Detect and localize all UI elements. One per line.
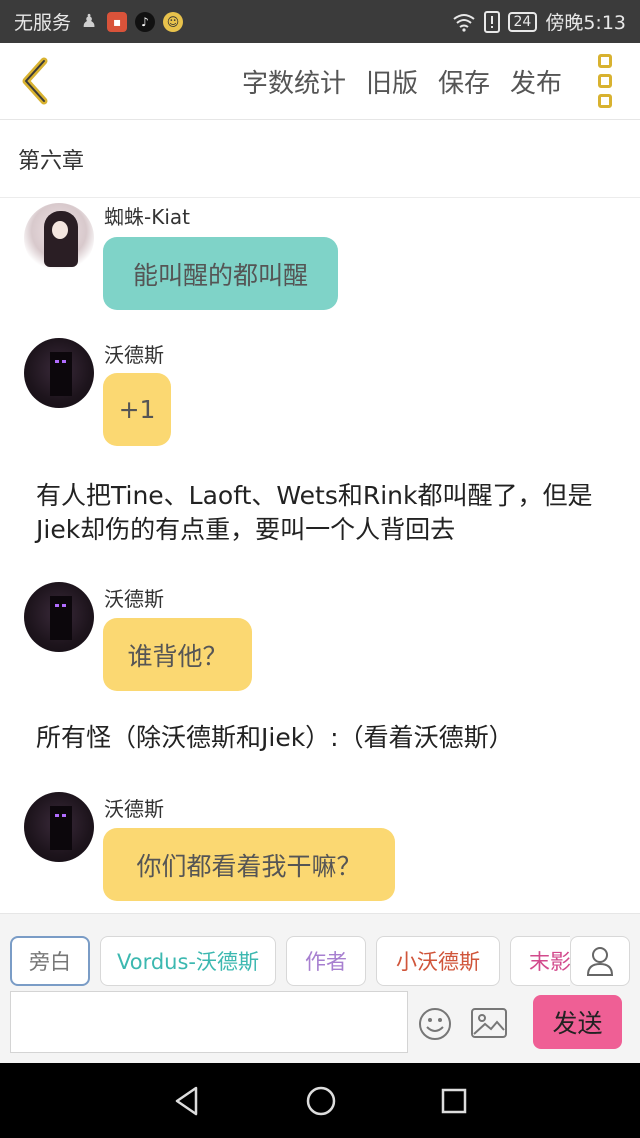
menu-dot-icon [598, 74, 612, 88]
sender-name: 沃德斯 [104, 797, 164, 821]
avatar[interactable] [24, 582, 94, 652]
role-chip-small-vordus[interactable]: 小沃德斯 [376, 936, 500, 986]
tiktok-icon: ♪ [135, 11, 156, 32]
role-chip-author[interactable]: 作者 [286, 936, 366, 986]
role-selector: 旁白 Vordus-沃德斯 作者 小沃德斯 末影 [10, 936, 570, 986]
save-button[interactable]: 保存 [438, 63, 490, 100]
more-menu-button[interactable] [588, 51, 622, 111]
person-icon: ♟ [80, 10, 98, 32]
emoji-icon[interactable] [417, 1006, 453, 1042]
menu-dot-icon [598, 54, 612, 68]
back-nav-icon[interactable] [172, 1085, 202, 1117]
avatar[interactable] [24, 203, 94, 273]
sender-name: 沃德斯 [104, 343, 164, 367]
old-version-button[interactable]: 旧版 [366, 63, 418, 100]
role-chip-ender[interactable]: 末影 [510, 936, 570, 986]
face-app-icon: ☺ [163, 11, 184, 32]
send-button[interactable]: 发送 [533, 995, 622, 1049]
add-role-button[interactable] [570, 936, 630, 986]
chat-bubble[interactable]: 你们都看着我干嘛？ [103, 828, 395, 901]
system-nav-bar [0, 1063, 640, 1138]
word-count-button[interactable]: 字数统计 [242, 63, 346, 100]
role-chip-vordus[interactable]: Vordus-沃德斯 [100, 936, 276, 986]
carrier-text: 无服务 [14, 12, 72, 34]
alert-icon [483, 10, 500, 33]
chat-bubble[interactable]: +1 [103, 373, 171, 446]
chat-bubble[interactable]: 谁背他？ [103, 618, 252, 691]
sender-name: 蜘蛛-Kiat [104, 205, 190, 229]
wifi-icon [452, 13, 475, 32]
publish-button[interactable]: 发布 [510, 63, 562, 100]
recents-nav-icon[interactable] [440, 1087, 468, 1115]
clock: 傍晚5:13 [545, 12, 626, 34]
user-icon [586, 947, 614, 976]
chat-list: 蜘蛛-Kiat 能叫醒的都叫醒 沃德斯 +1 有人把Tine、Laoft、Wet… [0, 199, 640, 913]
battery-indicator: 24 [507, 11, 538, 32]
chapter-title[interactable]: 第六章 [0, 120, 640, 198]
narration-text[interactable]: 所有怪（除沃德斯和Jiek）:（看着沃德斯） [36, 721, 616, 755]
role-chip-narrator[interactable]: 旁白 [10, 936, 90, 986]
chat-bubble[interactable]: 能叫醒的都叫醒 [103, 237, 338, 310]
image-icon[interactable] [470, 1006, 508, 1040]
status-bar: 无服务 ♟ ▪ ♪ ☺ 24 傍晚5:13 [0, 0, 640, 43]
avatar[interactable] [24, 338, 94, 408]
message-input[interactable] [10, 991, 408, 1053]
back-button[interactable] [0, 43, 70, 120]
avatar[interactable] [24, 792, 94, 862]
top-toolbar: 字数统计 旧版 保存 发布 [0, 43, 640, 120]
ting-app-icon: ▪ [107, 11, 128, 32]
menu-dot-icon [598, 94, 612, 108]
home-nav-icon[interactable] [305, 1085, 337, 1117]
composer-panel: 旁白 Vordus-沃德斯 作者 小沃德斯 末影 发送 [0, 913, 640, 1063]
chevron-left-icon [22, 57, 48, 105]
sender-name: 沃德斯 [104, 587, 164, 611]
narration-text[interactable]: 有人把Tine、Laoft、Wets和Rink都叫醒了，但是Jiek却伤的有点重… [36, 479, 616, 547]
